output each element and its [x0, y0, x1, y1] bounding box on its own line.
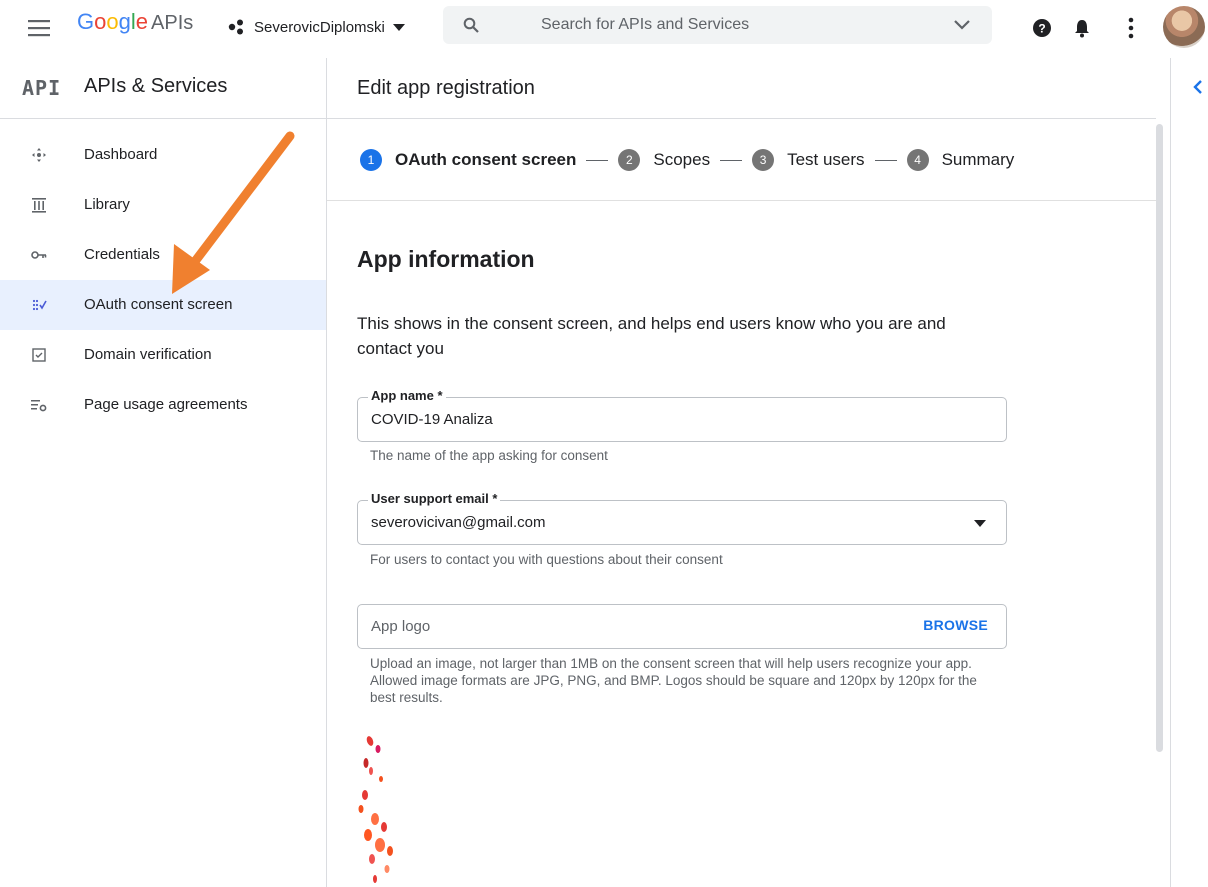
main-header: Edit app registration	[327, 58, 1156, 119]
key-icon	[31, 251, 47, 259]
user-avatar[interactable]	[1163, 6, 1205, 48]
sidebar-item-label: Page usage agreements	[84, 396, 248, 413]
logo-letter: o	[106, 9, 119, 34]
caret-down-icon	[392, 24, 405, 31]
search-placeholder: Search for APIs and Services	[541, 16, 750, 33]
support-email-value: severovicivan@gmail.com	[371, 514, 546, 531]
checkbox-icon	[32, 348, 46, 362]
right-panel-rail	[1170, 58, 1208, 887]
page-title: Edit app registration	[357, 77, 535, 99]
app-logo-field[interactable]: App logo BROWSE	[357, 604, 1007, 649]
browse-button[interactable]: BROWSE	[923, 617, 988, 633]
step-number: 2	[618, 149, 641, 171]
section-description: This shows in the consent screen, and he…	[357, 314, 946, 358]
project-dots-icon	[228, 19, 243, 35]
logo-letter: g	[118, 9, 131, 34]
help-icon[interactable]: ?	[1033, 19, 1051, 37]
app-logo-preview	[358, 736, 393, 883]
step-number: 4	[906, 149, 929, 171]
step-scopes[interactable]: Scopes	[653, 150, 710, 170]
sidebar-item-label: Library	[84, 196, 130, 213]
search-bar[interactable]: Search for APIs and Services	[443, 6, 992, 44]
app-logo-placeholder: App logo	[371, 618, 431, 635]
dropdown-arrow-icon	[974, 520, 986, 527]
step-divider	[720, 159, 743, 161]
stepper: 1 OAuth consent screen 2 Scopes 3 Test u…	[327, 120, 1156, 201]
project-name: SeverovicDiplomski	[254, 18, 385, 36]
search-icon	[463, 17, 479, 33]
vertical-scrollbar[interactable]	[1156, 124, 1163, 752]
consent-icon	[32, 299, 47, 311]
step-summary[interactable]: Summary	[942, 150, 1015, 170]
project-selector[interactable]: SeverovicDiplomski	[228, 12, 405, 42]
logo-suffix: APIs	[151, 12, 194, 34]
svg-text:?: ?	[1038, 22, 1045, 36]
sidebar-item-label: Domain verification	[84, 346, 212, 363]
google-apis-logo[interactable]: Google APIs	[77, 8, 193, 37]
main-content: Edit app registration 1 OAuth consent sc…	[327, 58, 1156, 887]
chevron-down-icon[interactable]	[954, 19, 970, 31]
step-number: 1	[360, 149, 382, 171]
section-title: App information	[357, 246, 535, 272]
step-divider	[586, 159, 609, 161]
sidebar-item-label: Credentials	[84, 246, 160, 263]
api-badge: API	[22, 76, 62, 100]
notifications-bell-icon[interactable]	[1074, 18, 1090, 38]
app-name-field[interactable]: App name * COVID-19 Analiza	[357, 388, 1007, 442]
logo-letter: e	[135, 9, 149, 34]
support-email-label: User support email *	[368, 491, 501, 506]
step-test-users[interactable]: Test users	[787, 150, 864, 170]
logo-letter: G	[77, 9, 95, 34]
sidebar-title: APIs & Services	[84, 75, 228, 97]
sidebar-item-page-usage-agreements[interactable]: Page usage agreements	[0, 380, 326, 430]
chevron-left-icon[interactable]	[1193, 80, 1203, 94]
dashboard-icon	[32, 148, 46, 162]
step-oauth-consent-screen[interactable]: OAuth consent screen	[395, 150, 576, 170]
hamburger-menu-icon[interactable]	[28, 16, 52, 40]
app-name-help: The name of the app asking for consent	[370, 448, 608, 463]
settings-list-icon	[31, 400, 47, 412]
sidebar-item-label: Dashboard	[84, 146, 158, 163]
user-support-email-select[interactable]: User support email * severovicivan@gmail…	[357, 491, 1007, 545]
app-logo-help: Upload an image, not larger than 1MB on …	[370, 656, 977, 705]
app-name-value: COVID-19 Analiza	[371, 411, 493, 428]
app-name-label: App name *	[368, 388, 446, 403]
library-icon	[32, 198, 46, 213]
top-bar: Google APIs SeverovicDiplomski Search for…	[0, 0, 1208, 56]
step-number: 3	[752, 149, 775, 171]
annotation-arrow	[172, 131, 295, 294]
sidebar-item-domain-verification[interactable]: Domain verification	[0, 330, 326, 380]
sidebar-header: API APIs & Services	[0, 58, 326, 119]
support-email-help: For users to contact you with questions …	[370, 552, 723, 567]
more-vert-icon[interactable]	[1128, 17, 1134, 39]
logo-letter: o	[94, 9, 107, 34]
step-divider	[874, 159, 897, 161]
